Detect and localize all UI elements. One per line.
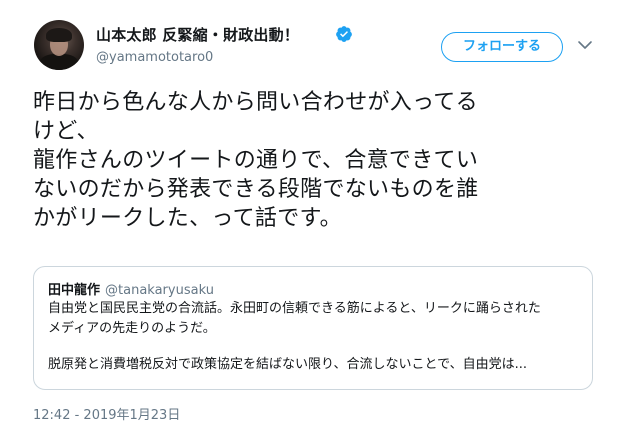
tweet-card: 山本太郎 反緊縮・財政出動！ @yamamototaro0 フォローする 昨日か… <box>0 0 624 436</box>
author-display-name[interactable]: 山本太郎 反緊縮・財政出動！ <box>96 24 299 45</box>
avatar[interactable] <box>34 20 84 70</box>
quoted-text-line: 自由党と国民民主党の合流話。永田町の信頼できる筋によると、リークに踊らされた <box>48 301 541 316</box>
quoted-text-line: 脱原発と消費増税反対で政策協定を結ばない限り、合流しないことで、自由党は... <box>48 357 527 372</box>
author-handle[interactable]: @yamamototaro0 <box>96 50 213 65</box>
quoted-author-handle: @tanakaryusaku <box>105 283 214 298</box>
quoted-tweet[interactable]: 田中龍作 @tanakaryusaku 自由党と国民民主党の合流話。永田町の信頼で… <box>33 266 593 390</box>
chevron-down-icon[interactable] <box>577 38 593 52</box>
quoted-tweet-header: 田中龍作 @tanakaryusaku <box>48 279 214 298</box>
tweet-timestamp[interactable]: 12:42 - 2019年1月23日 <box>33 404 180 423</box>
tweet-text-line: かがリークした、って話です。 <box>33 206 342 231</box>
avatar-body-shape <box>40 54 78 70</box>
quoted-tweet-text: 自由党と国民民主党の合流話。永田町の信頼できる筋によると、リークに踊らされた メ… <box>48 299 583 375</box>
tweet-text-line: けど、 <box>33 119 99 144</box>
tweet-text-line: 昨日から色んな人から問い合わせが入ってる <box>33 90 478 115</box>
tweet-text: 昨日から色んな人から問い合わせが入ってる けど、 龍作さんのツイートの通りで、合… <box>33 88 593 233</box>
follow-button[interactable]: フォローする <box>441 32 563 62</box>
tweet-text-line: ないのだから発表できる段階でないものを誰 <box>33 177 479 202</box>
avatar-hair-shape <box>46 28 72 42</box>
quoted-author-name: 田中龍作 <box>48 283 101 298</box>
verified-badge-icon <box>336 26 352 42</box>
tweet-text-line: 龍作さんのツイートの通りで、合意できてい <box>33 148 479 173</box>
quoted-text-line: メディアの先走りのようだ。 <box>48 321 216 336</box>
